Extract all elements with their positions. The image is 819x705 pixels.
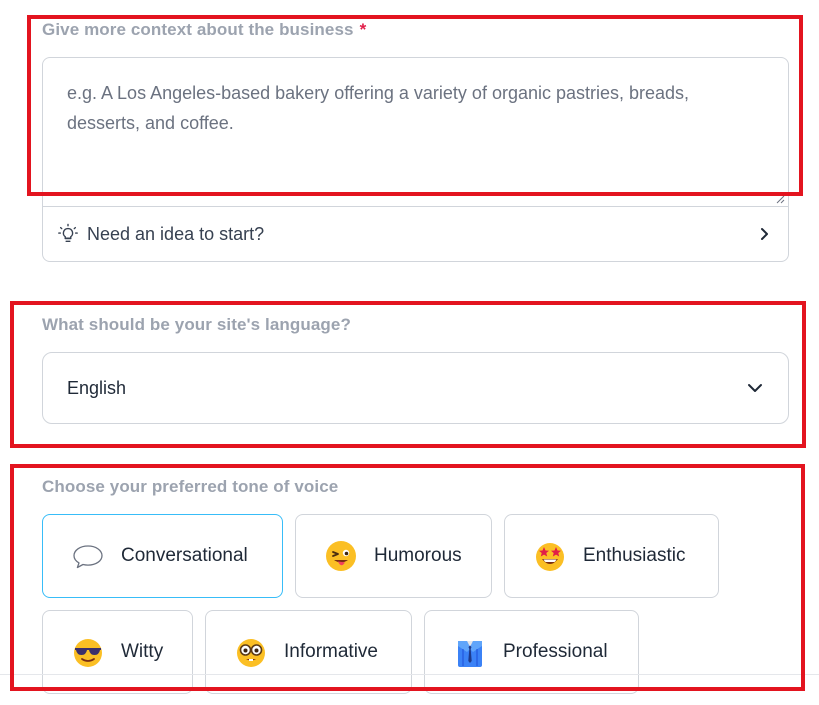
language-select[interactable]: English <box>42 352 789 424</box>
idea-helper-button[interactable]: Need an idea to start? <box>42 206 789 262</box>
tone-option-label: Humorous <box>374 545 462 566</box>
tone-option-professional[interactable]: Professional <box>424 610 639 694</box>
resize-handle-icon[interactable] <box>775 194 785 204</box>
language-label: What should be your site's language? <box>42 315 351 334</box>
tone-option-witty[interactable]: Witty <box>42 610 193 694</box>
chevron-right-icon <box>761 228 768 240</box>
star-struck-face-icon <box>536 543 564 571</box>
bottom-divider <box>0 674 819 675</box>
winking-tongue-face-icon <box>326 541 356 571</box>
business-context-input[interactable] <box>43 58 788 206</box>
tone-label: Choose your preferred tone of voice <box>42 477 339 496</box>
tone-option-label: Informative <box>284 641 378 662</box>
context-textarea-wrapper <box>42 57 789 207</box>
chevron-down-icon <box>748 384 762 392</box>
suit-tie-icon <box>458 641 482 667</box>
language-selected-value: English <box>67 377 127 398</box>
context-label: Give more context about the business * <box>42 20 366 40</box>
nerd-face-icon <box>237 639 265 667</box>
idea-helper-text: Need an idea to start? <box>87 223 265 244</box>
tone-option-label: Professional <box>503 641 608 662</box>
tone-option-label: Enthusiastic <box>583 545 686 566</box>
lightbulb-icon <box>58 223 78 243</box>
tone-option-informative[interactable]: Informative <box>205 610 412 694</box>
required-mark: * <box>359 20 367 39</box>
tone-option-enthusiastic[interactable]: Enthusiastic <box>504 514 719 598</box>
sunglasses-face-icon <box>74 639 102 667</box>
tone-option-conversational[interactable]: Conversational <box>42 514 283 598</box>
tone-option-humorous[interactable]: Humorous <box>295 514 492 598</box>
tone-option-label: Witty <box>121 641 164 662</box>
speech-bubble-icon <box>73 545 103 569</box>
context-label-text: Give more context about the business <box>42 20 354 39</box>
tone-option-label: Conversational <box>121 545 248 566</box>
